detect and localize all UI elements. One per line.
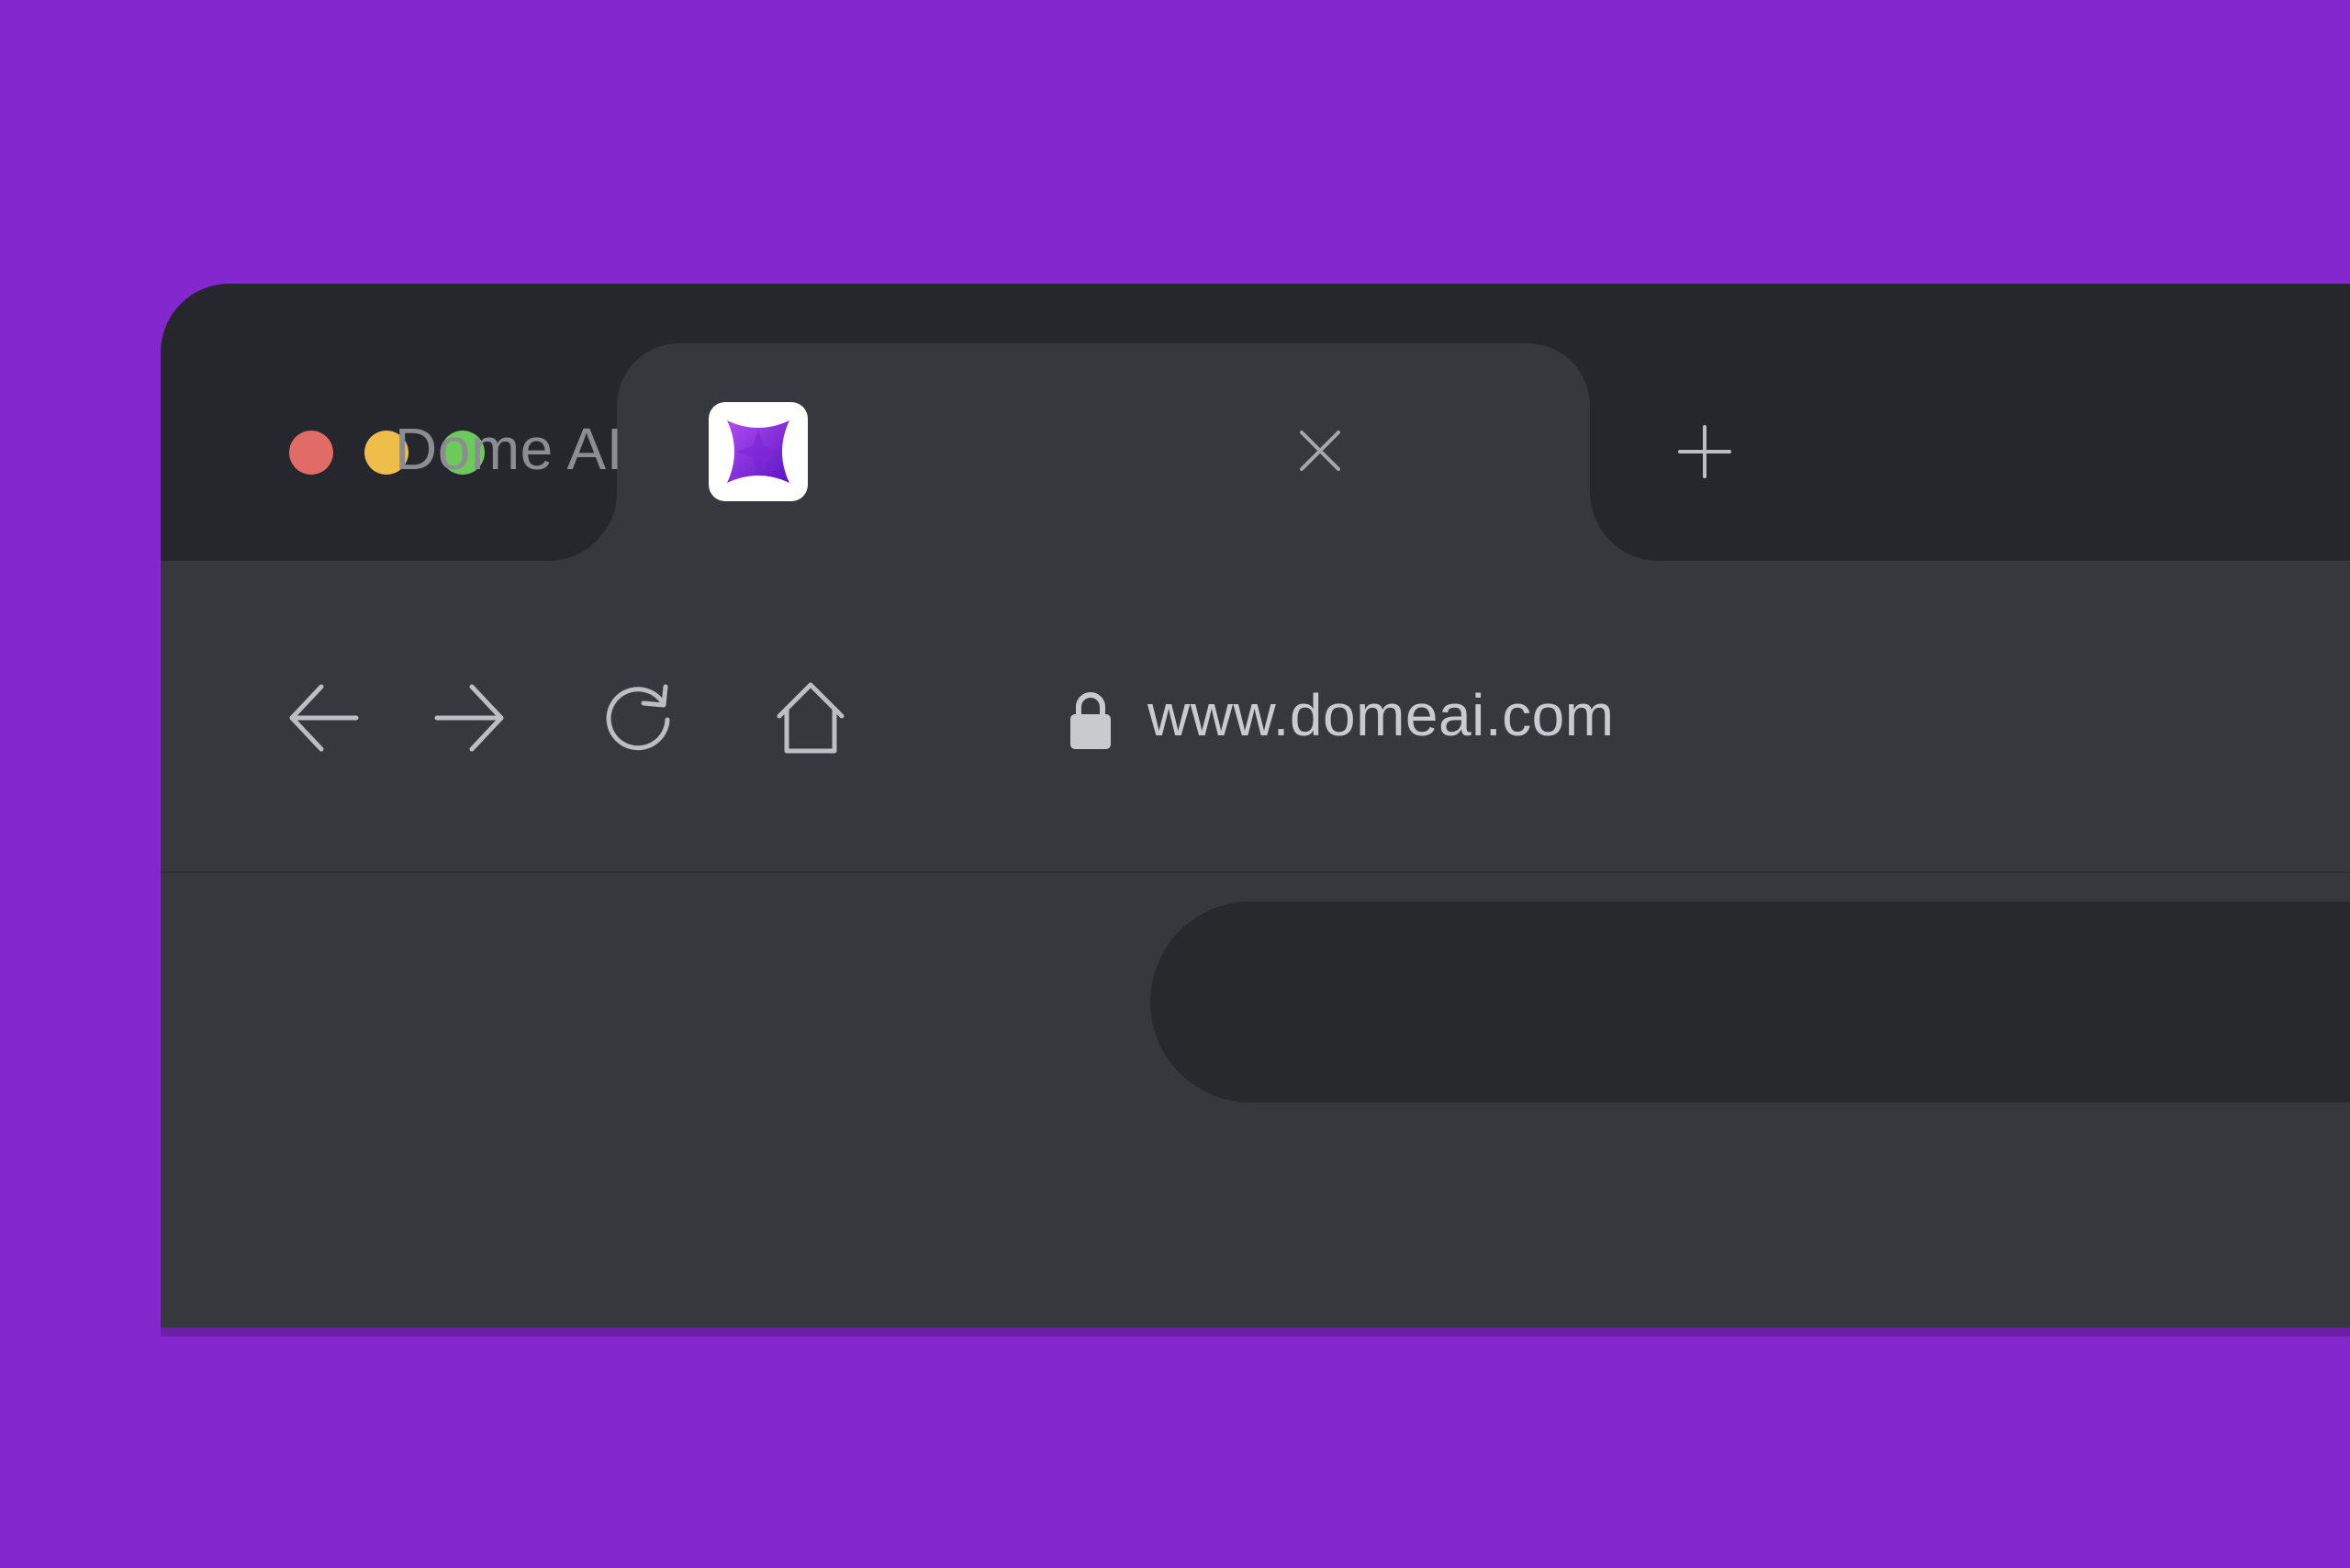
- arrow-right-icon[interactable]: [433, 681, 507, 755]
- tab-title: Dome AI: [395, 416, 623, 482]
- reload-icon[interactable]: [601, 681, 675, 755]
- url-text[interactable]: www.domeai.com: [1147, 681, 1615, 749]
- plus-icon[interactable]: [1678, 425, 1731, 478]
- lock-icon: [1065, 689, 1116, 751]
- toolbar-divider: [161, 871, 2350, 873]
- close-icon[interactable]: [1294, 425, 1346, 476]
- arrow-left-icon[interactable]: [286, 681, 360, 755]
- home-icon[interactable]: [774, 681, 847, 755]
- address-bar[interactable]: [1150, 902, 2350, 1103]
- window-close-button[interactable]: [289, 431, 333, 475]
- dome-ai-logo-icon: [709, 402, 808, 501]
